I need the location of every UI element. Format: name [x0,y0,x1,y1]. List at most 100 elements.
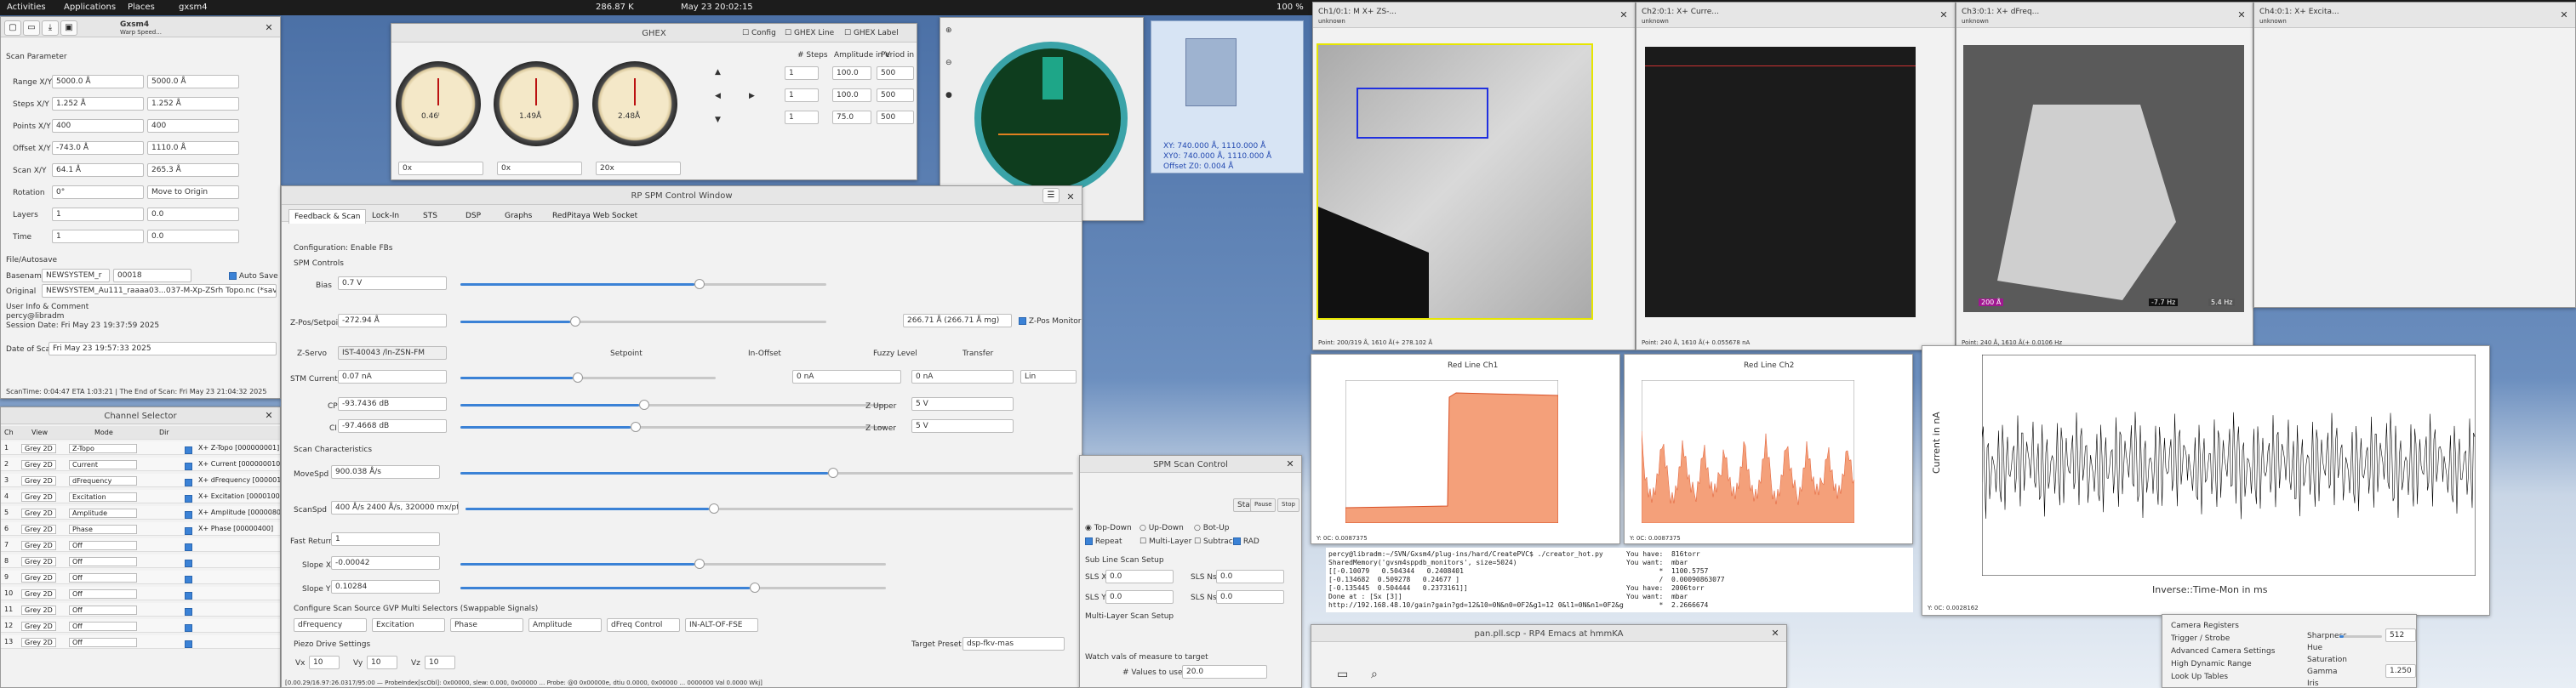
param-value-1[interactable]: 1 [52,208,144,221]
view-select[interactable]: Grey 2D [21,492,56,502]
clock[interactable]: May 23 20:02:15 [681,3,753,12]
arrow-right-icon[interactable]: ▶ [749,92,755,100]
view-select[interactable]: Grey 2D [21,589,56,599]
param-value-2[interactable]: 265.3 Å [147,163,239,177]
scanspd-input[interactable]: 400 Å/s 2400 Å/s, 320000 mx/pt [331,501,459,515]
current-slider[interactable] [460,372,716,383]
param-value-1[interactable]: 0° [52,185,144,199]
close-icon[interactable]: ✕ [263,410,275,422]
folder-icon[interactable]: ▭ [23,20,40,36]
mode-select[interactable]: Off [69,557,137,566]
tab-feedback-scan[interactable]: Feedback & Scan [288,209,367,224]
arrow-up-icon[interactable]: ▲ [715,68,721,77]
zoom-out-icon[interactable]: ⊖ [945,59,952,67]
tab-sts[interactable]: STS [418,209,443,223]
sharpness-slider[interactable] [2339,635,2382,638]
mode-select[interactable]: Excitation [69,492,137,502]
zpos-input[interactable]: -272.94 Å [338,314,447,327]
opt-rad[interactable]: RAD [1233,537,1259,546]
sharpness-input[interactable]: 512 [2385,628,2416,642]
mode-select[interactable]: Off [69,638,137,647]
amp-3[interactable]: 75.0 [832,111,871,124]
terminal-python[interactable]: percy@libradm:~/SVN/Gxsm4/plug-ins/hard/… [1326,548,1624,612]
mode-select[interactable]: Off [69,622,137,631]
bias-slider[interactable] [460,279,826,289]
user-name[interactable]: percy@libradm [6,312,64,321]
view-select[interactable]: Grey 2D [21,476,56,486]
gvp-source-select[interactable]: dFreq Control [607,618,680,632]
opt-subtract[interactable]: ☐ Subtract [1194,537,1236,546]
scan-area-marker[interactable] [1185,38,1237,106]
param-value-1[interactable]: -743.0 Å [52,141,144,155]
period-1[interactable]: 500 [877,66,914,80]
param-value-1[interactable]: 1.252 Å [52,97,144,111]
param-value-2[interactable]: Move to Origin [147,185,239,199]
camera-menu-item[interactable]: Advanced Camera Settings [2171,647,2275,656]
mode-select[interactable]: Off [69,589,137,599]
redline1-plot[interactable] [1345,380,1558,523]
places-menu[interactable]: Places [128,3,155,12]
opt-up-down[interactable]: ○ Up-Down [1139,524,1184,532]
tab-lockin[interactable]: Lock-In [367,209,404,223]
vx-select[interactable]: 10 [309,656,340,669]
period-2[interactable]: 500 [877,88,914,102]
param-value-2[interactable]: 0.0 [147,208,239,221]
param-value-2[interactable]: 1.252 Å [147,97,239,111]
param-value-1[interactable]: 64.1 Å [52,163,144,177]
redline2-plot[interactable] [1642,380,1854,523]
view-select[interactable]: Grey 2D [21,541,56,550]
vz-select[interactable]: 10 [425,656,455,669]
fast-return-input[interactable]: 1 [331,532,440,546]
zoom-in-icon[interactable]: ⊕ [945,26,952,35]
view-select[interactable]: Grey 2D [21,525,56,534]
view-select[interactable]: Grey 2D [21,460,56,469]
view-select[interactable]: Grey 2D [21,557,56,566]
ghex-label-check[interactable]: ☐ GHEX Label [844,29,899,37]
cp-input[interactable]: -93.7436 dB [338,397,447,411]
slopex-input[interactable]: -0.00042 [331,556,440,570]
range-select-1[interactable]: 0x [398,162,483,175]
param-value-2[interactable]: 400 [147,119,239,133]
pause-button[interactable]: Pause [1250,498,1276,512]
bias-input[interactable]: 0.7 V [338,276,447,290]
param-value-1[interactable]: 5000.0 Å [52,75,144,88]
param-value-2[interactable]: 5000.0 Å [147,75,239,88]
sls-ns2-input[interactable]: 0.0 [1216,590,1284,604]
new-icon[interactable]: ▢ [4,20,21,36]
zupper-input[interactable]: 5 V [911,397,1014,411]
arrow-left-icon[interactable]: ◀ [715,92,721,100]
cp-slider[interactable] [460,400,886,410]
counter-input[interactable]: 00018 [113,269,191,282]
param-value-1[interactable]: 400 [52,119,144,133]
view-select[interactable]: Grey 2D [21,638,56,647]
mode-select[interactable]: Current [69,460,137,469]
camera-menu-item[interactable]: Trigger / Strobe [2171,634,2230,643]
param-value-1[interactable]: 1 [52,230,144,243]
stop-button[interactable]: Stop [1277,498,1299,512]
mode-select[interactable]: Off [69,541,137,550]
mode-select[interactable]: Amplitude [69,509,137,518]
steps-3[interactable]: 1 [785,111,819,124]
tab-redpitaya[interactable]: RedPitaya Web Socket [547,209,643,223]
opt-top-down[interactable]: ◉ Top-Down [1085,524,1132,532]
mode-select[interactable]: Z-Topo [69,444,137,453]
close-icon[interactable]: ✕ [1938,9,1950,21]
config-check[interactable]: ☐ Config [742,29,776,37]
param-value-2[interactable]: 0.0 [147,230,239,243]
amp-2[interactable]: 100.0 [832,88,871,102]
ch1-topography-image[interactable] [1317,43,1593,320]
tovalue-input[interactable]: 20.0 [1182,665,1267,679]
gvp-source-select[interactable]: IN-ALT-OF-FSE [685,618,758,632]
autosave-toggle[interactable]: Auto Save [229,272,278,281]
view-select[interactable]: Grey 2D [21,509,56,518]
period-3[interactable]: 500 [877,111,914,124]
fuzzy-input[interactable]: 0 nA [911,370,1014,384]
view-select[interactable]: Grey 2D [21,622,56,631]
movespd-slider[interactable] [460,468,1073,478]
zpos-monitor-toggle[interactable]: Z-Pos Monitor [1019,317,1082,326]
gamma-input[interactable]: 1.250 [2385,664,2416,678]
ch3-dfreq-image[interactable]: 200 Å -7.7 Hz 5.4 Hz [1963,45,2244,312]
tab-graphs[interactable]: Graphs [500,209,537,223]
active-app[interactable]: gxsm4 [179,3,208,12]
close-icon[interactable]: ✕ [1769,628,1781,640]
